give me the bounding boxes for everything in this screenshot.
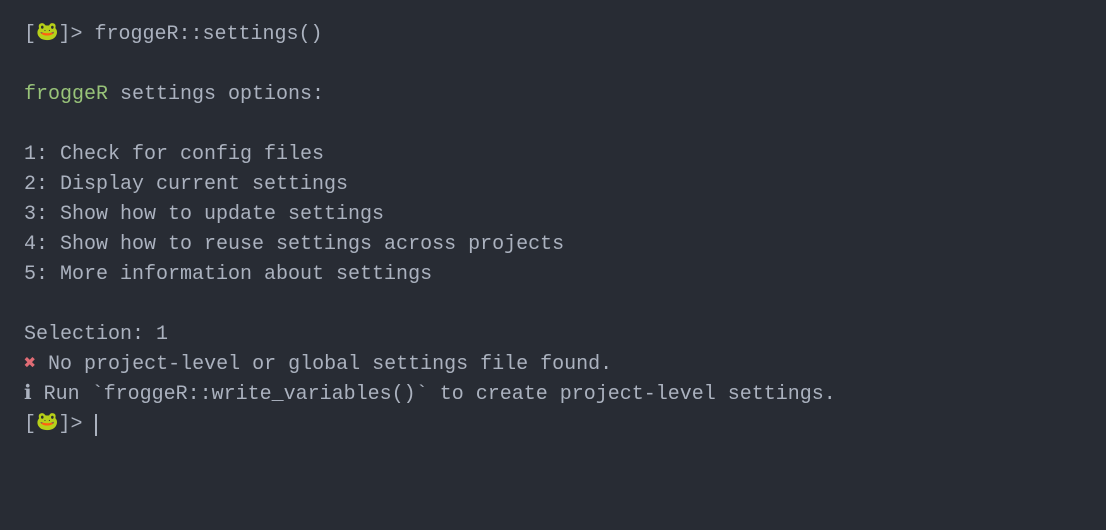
blank-line (24, 110, 1082, 140)
error-line: ✖ No project-level or global settings fi… (24, 350, 1082, 380)
option-3: 3: Show how to update settings (24, 200, 1082, 230)
selection-line: Selection: 1 (24, 320, 1082, 350)
info-code: froggeR::write_variables() (104, 383, 416, 406)
prompt-line-1: [🐸]> froggeR::settings() (24, 20, 1082, 50)
command-text: froggeR::settings() (94, 23, 322, 46)
option-1: 1: Check for config files (24, 140, 1082, 170)
bracket-close: ]> (58, 413, 94, 436)
info-mark-icon: ℹ (24, 383, 32, 406)
frog-icon: 🐸 (36, 413, 58, 433)
error-mark-icon: ✖ (24, 353, 36, 376)
bracket-open: [ (24, 413, 36, 436)
option-2: 2: Display current settings (24, 170, 1082, 200)
frog-icon: 🐸 (36, 23, 58, 43)
blank-line (24, 290, 1082, 320)
info-text-after: ` to create project-level settings. (416, 383, 836, 406)
cursor[interactable] (95, 414, 97, 436)
error-text: No project-level or global settings file… (36, 353, 612, 376)
option-5: 5: More information about settings (24, 260, 1082, 290)
header-rest: settings options: (108, 83, 324, 106)
option-4: 4: Show how to reuse settings across pro… (24, 230, 1082, 260)
bracket-close: ]> (58, 23, 94, 46)
info-line: ℹ Run `froggeR::write_variables()` to cr… (24, 380, 1082, 410)
settings-header: froggeR settings options: (24, 80, 1082, 110)
blank-line (24, 50, 1082, 80)
prompt-line-2[interactable]: [🐸]> (24, 410, 1082, 440)
bracket-open: [ (24, 23, 36, 46)
package-name: froggeR (24, 83, 108, 106)
info-text-before: Run ` (32, 383, 104, 406)
